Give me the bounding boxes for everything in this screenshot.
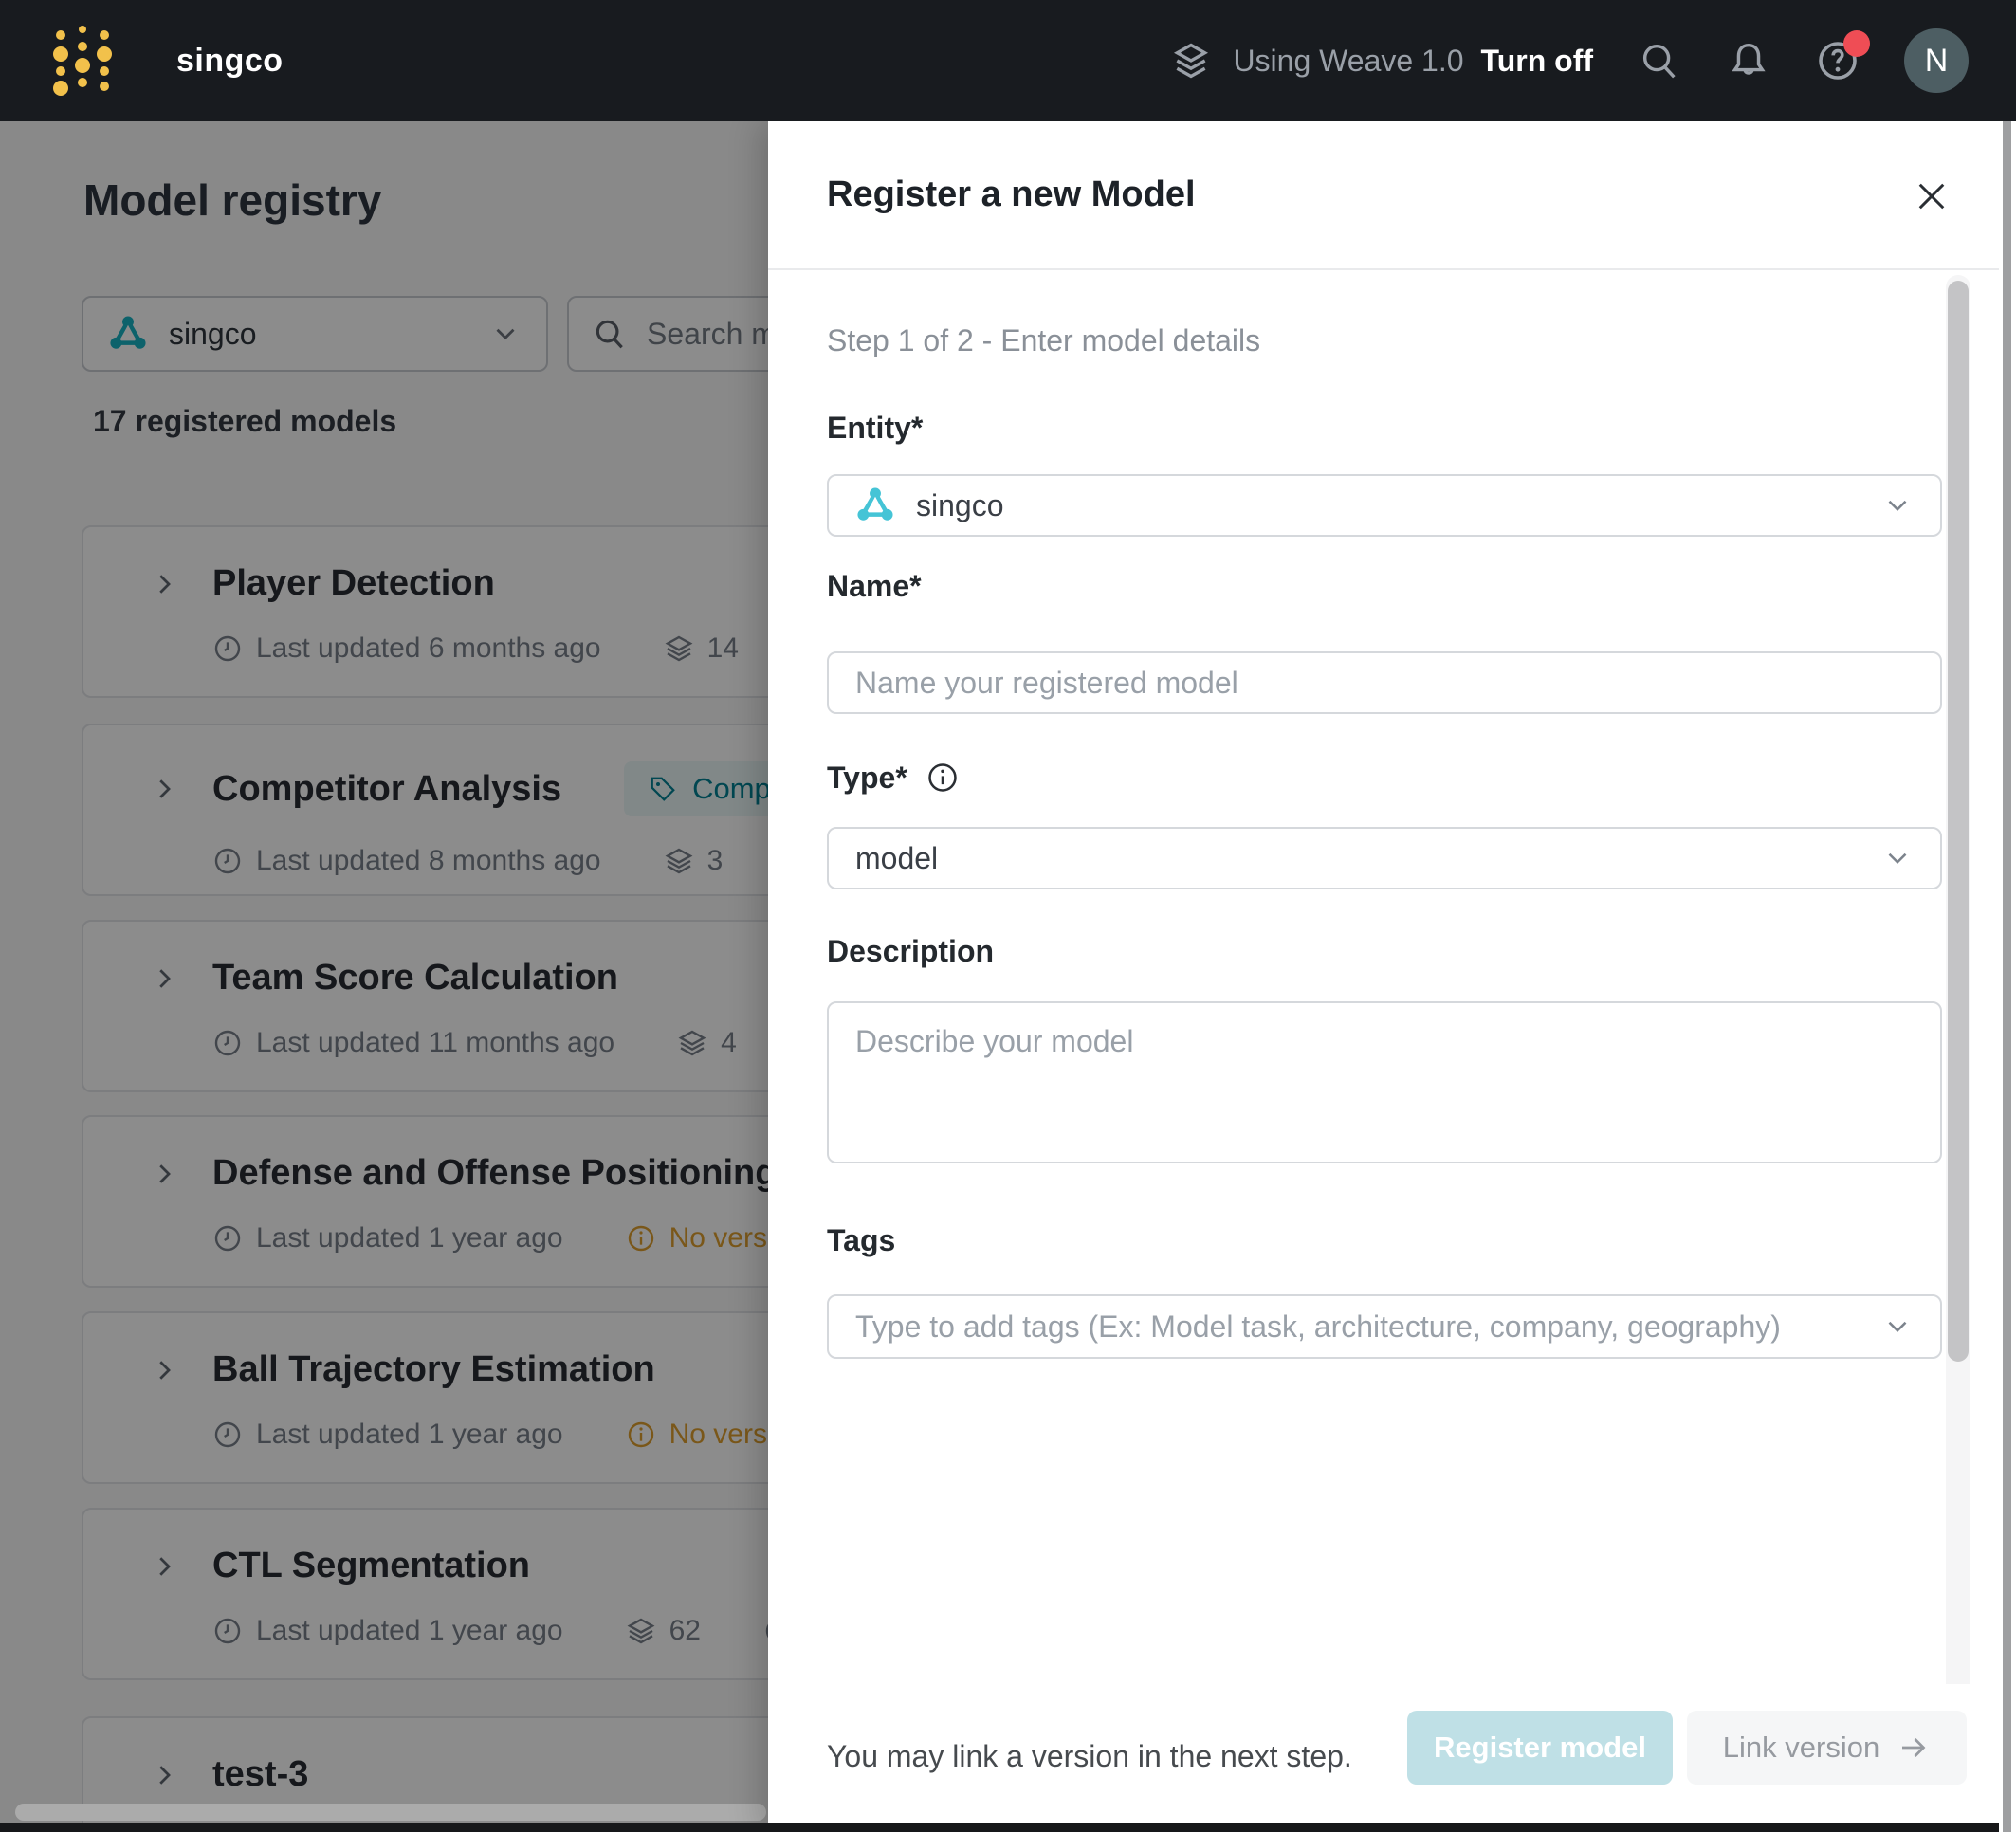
workspace-name[interactable]: singco [176, 43, 284, 80]
weave-status-text: Using Weave 1.0 [1233, 43, 1464, 78]
wandb-logo[interactable] [53, 18, 112, 103]
weave-layers-icon [1170, 40, 1212, 82]
chevron-down-icon [1881, 842, 1914, 874]
link-version-button[interactable]: Link version [1687, 1711, 1967, 1785]
register-model-drawer: Register a new Model Step 1 of 2 - Enter… [768, 121, 2016, 1832]
chevron-down-icon [1881, 489, 1914, 522]
footer-hint: You may link a version in the next step. [827, 1739, 1352, 1773]
entity-select[interactable]: singco [827, 474, 1942, 537]
type-select[interactable]: model [827, 827, 1942, 889]
step-indicator: Step 1 of 2 - Enter model details [827, 323, 1261, 357]
description-label: Description [827, 934, 995, 968]
tags-field[interactable] [827, 1294, 1942, 1359]
browser-scrollbar[interactable] [1999, 121, 2016, 1832]
name-field[interactable] [827, 651, 1942, 714]
tags-input[interactable] [855, 1309, 1860, 1345]
description-input[interactable] [855, 1024, 1914, 1138]
notification-dot [1843, 30, 1870, 57]
arrow-right-icon [1897, 1731, 1931, 1765]
chevron-down-icon [1881, 1310, 1914, 1343]
drawer-footer: You may link a version in the next step.… [768, 1684, 2016, 1832]
description-field[interactable] [827, 1001, 1942, 1163]
drawer-header: Register a new Model [768, 121, 2016, 270]
drawer-title: Register a new Model [827, 174, 1196, 214]
drawer-scrollbar-thumb[interactable] [1948, 281, 1969, 1362]
entity-label: Entity* [827, 411, 924, 445]
tags-label: Tags [827, 1223, 896, 1257]
info-icon[interactable] [925, 760, 961, 796]
close-icon[interactable] [1910, 174, 1953, 218]
search-icon[interactable] [1637, 38, 1682, 83]
notifications-bell-icon[interactable] [1726, 38, 1771, 83]
register-model-button[interactable]: Register model [1407, 1711, 1673, 1785]
name-input[interactable] [855, 665, 1914, 701]
window-bottom-edge [0, 1823, 1999, 1832]
entity-value: singco [916, 487, 1004, 522]
avatar[interactable]: N [1904, 28, 1969, 93]
type-label: Type* [827, 760, 961, 796]
horizontal-scrollbar[interactable] [15, 1804, 766, 1821]
help-icon[interactable] [1815, 30, 1870, 83]
browser-scrollbar-thumb[interactable] [2003, 121, 2011, 1832]
name-label: Name* [827, 569, 922, 603]
type-value: model [855, 840, 939, 875]
top-navbar: singco Using Weave 1.0 Turn off N [0, 0, 2016, 121]
team-icon [855, 485, 895, 525]
weave-turn-off-button[interactable]: Turn off [1481, 44, 1593, 79]
